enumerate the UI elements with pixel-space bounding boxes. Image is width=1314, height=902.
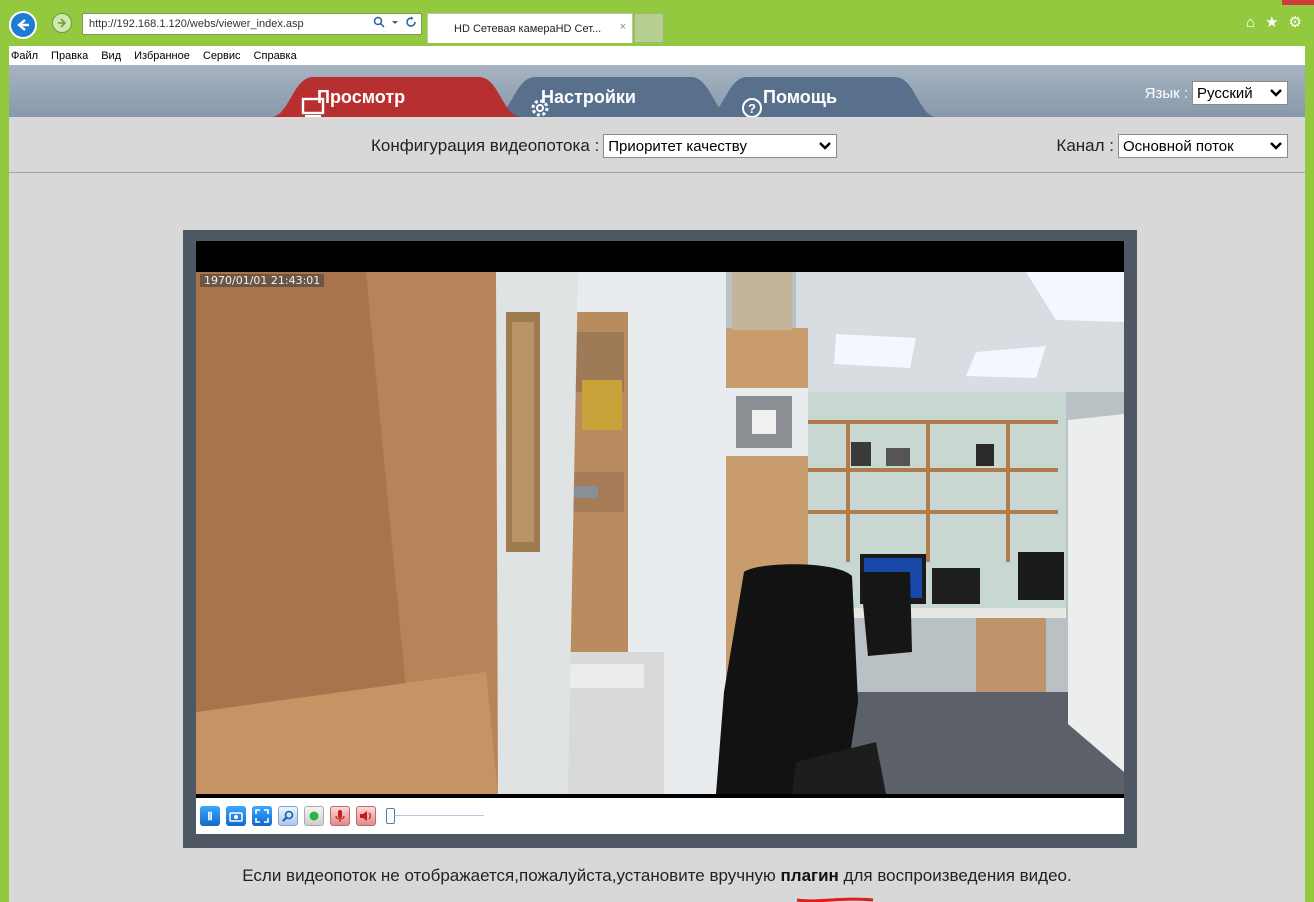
gear-icon[interactable]: ⚙ (1289, 15, 1302, 30)
language-value: Русский (1197, 84, 1253, 102)
channel-value: Основной поток (1123, 137, 1234, 155)
video-timestamp: 1970/01/01 21:43:01 (200, 274, 325, 287)
close-icon[interactable]: × (620, 21, 626, 33)
back-arrow-icon (17, 19, 29, 31)
fullscreen-icon (255, 809, 269, 823)
zoom-icon (282, 810, 294, 822)
video-controls: Ⅱ (196, 798, 1124, 834)
new-tab-button[interactable] (634, 13, 664, 43)
tab-view[interactable]: Просмотр (271, 77, 521, 118)
chevron-down-icon (1269, 138, 1283, 155)
hint-text-after: для воспроизведения видео. (838, 866, 1072, 885)
channel-label: Канал : (1056, 136, 1114, 155)
svg-text:?: ? (748, 101, 756, 116)
browser-tab[interactable]: HD Сетевая камераHD Сет... × (427, 13, 633, 43)
close-window-strip[interactable] (1282, 0, 1314, 5)
menu-tools[interactable]: Сервис (203, 50, 241, 62)
language-select[interactable]: Русский (1192, 81, 1288, 105)
record-button[interactable] (304, 806, 324, 826)
address-bar[interactable]: http://192.168.1.120/webs/viewer_index.a… (82, 13, 422, 35)
chevron-down-icon (1269, 85, 1283, 102)
forward-button[interactable] (52, 13, 72, 33)
browser-title-bar: http://192.168.1.120/webs/viewer_index.a… (0, 0, 1314, 46)
forward-arrow-icon (58, 18, 67, 28)
menu-file[interactable]: Файл (11, 50, 38, 62)
snapshot-button[interactable] (226, 806, 246, 826)
menu-view[interactable]: Вид (101, 50, 121, 62)
camera-scene (196, 272, 1124, 794)
tab-settings[interactable]: Настройки (493, 77, 733, 117)
tab-help[interactable]: ? Помощь (705, 77, 937, 118)
dropdown-icon[interactable] (391, 18, 399, 26)
volume-slider[interactable] (386, 806, 486, 826)
stream-config-value: Приоритет качеству (608, 137, 747, 155)
app-header: ? Помощь Настройки Просмотр Язык : Русск… (9, 65, 1305, 118)
pause-button[interactable]: Ⅱ (200, 806, 220, 826)
web-page: ? Помощь Настройки Просмотр Язык : Русск… (9, 65, 1305, 902)
microphone-icon (335, 810, 345, 822)
camera-feed-image: 1970/01/01 21:43:01 (196, 272, 1124, 794)
tab-settings-label: Настройки (541, 86, 636, 107)
address-url[interactable]: http://192.168.1.120/webs/viewer_index.a… (89, 18, 304, 30)
red-underline-mark (796, 897, 874, 902)
home-icon[interactable]: ⌂ (1246, 15, 1255, 30)
record-icon (309, 811, 319, 821)
search-icon[interactable] (373, 16, 385, 28)
refresh-icon[interactable] (405, 16, 417, 28)
microphone-button[interactable] (330, 806, 350, 826)
volume-track (386, 815, 484, 816)
stream-config-label: Конфигурация видеопотока : (371, 136, 600, 155)
fullscreen-button[interactable] (252, 806, 272, 826)
tab-title: HD Сетевая камераHD Сет... (454, 22, 602, 35)
stream-settings-bar: Конфигурация видеопотока : Приоритет кач… (9, 117, 1305, 173)
language-label: Язык : (1144, 84, 1188, 102)
speaker-button[interactable] (356, 806, 376, 826)
chevron-down-icon (818, 138, 832, 155)
speaker-icon (360, 811, 372, 821)
menu-favorites[interactable]: Избранное (134, 50, 190, 62)
menu-bar: Файл Правка Вид Избранное Сервис Справка (9, 46, 1305, 65)
menu-help[interactable]: Справка (254, 50, 297, 62)
snapshot-icon (229, 812, 243, 822)
zoom-button[interactable] (278, 806, 298, 826)
pause-icon: Ⅱ (207, 810, 213, 823)
volume-handle[interactable] (386, 808, 395, 824)
hint-text-before: Если видеопоток не отображается,пожалуйс… (242, 866, 781, 885)
back-button[interactable] (9, 11, 37, 39)
plugin-hint: Если видеопоток не отображается,пожалуйс… (9, 866, 1305, 886)
plugin-link[interactable]: плагин (781, 866, 839, 885)
tab-help-label: Помощь (763, 86, 838, 107)
stream-config-select[interactable]: Приоритет качеству (603, 134, 838, 158)
video-player: 1970/01/01 21:43:01 Ⅱ (183, 230, 1137, 848)
channel-select[interactable]: Основной поток (1118, 134, 1288, 158)
favorites-star-icon[interactable]: ★ (1265, 15, 1278, 30)
video-viewport[interactable]: 1970/01/01 21:43:01 (196, 241, 1124, 798)
menu-edit[interactable]: Правка (51, 50, 88, 62)
tab-view-label: Просмотр (317, 86, 406, 107)
